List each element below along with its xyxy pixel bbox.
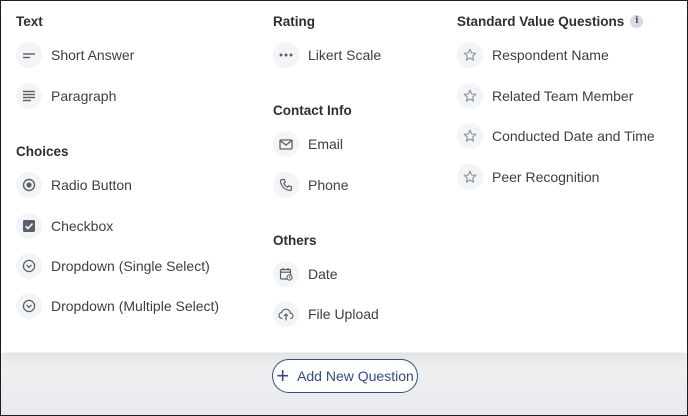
star-icon bbox=[457, 164, 483, 190]
question-type-label: Conducted Date and Time bbox=[492, 128, 655, 144]
section-heading-label: Standard Value Questions bbox=[457, 14, 625, 29]
add-new-question-button[interactable]: + Add New Question bbox=[272, 359, 418, 393]
question-type-phone[interactable]: Phone bbox=[273, 171, 348, 199]
section-heading-text: Text bbox=[16, 14, 43, 29]
star-icon bbox=[457, 123, 483, 149]
question-type-picker: Text Short Answer Paragraph Choices Radi… bbox=[0, 0, 688, 416]
mail-icon bbox=[273, 131, 299, 157]
question-type-label: Dropdown (Multiple Select) bbox=[51, 298, 220, 314]
star-icon bbox=[457, 83, 483, 109]
standard-question-respondent-name[interactable]: Respondent Name bbox=[457, 41, 609, 69]
standard-question-peer-recognition[interactable]: Peer Recognition bbox=[457, 163, 599, 191]
plus-icon: + bbox=[276, 363, 290, 388]
question-type-label: Date bbox=[308, 266, 338, 282]
standard-question-related-team-member[interactable]: Related Team Member bbox=[457, 82, 633, 110]
chevron-circle-icon bbox=[16, 253, 42, 279]
question-type-label: Peer Recognition bbox=[492, 169, 600, 185]
question-type-label: Likert Scale bbox=[308, 47, 382, 63]
question-type-paragraph[interactable]: Paragraph bbox=[16, 82, 116, 110]
star-icon bbox=[457, 42, 483, 68]
chevron-circle-icon bbox=[16, 293, 42, 319]
question-type-dropdown-single[interactable]: Dropdown (Single Select) bbox=[16, 252, 210, 280]
question-type-likert-scale[interactable]: Likert Scale bbox=[273, 41, 381, 69]
section-heading-contact-info: Contact Info bbox=[273, 103, 352, 118]
phone-icon bbox=[273, 172, 299, 198]
cloud-upload-icon bbox=[273, 301, 299, 327]
question-type-label: Respondent Name bbox=[492, 47, 609, 63]
standard-question-conducted-date-time[interactable]: Conducted Date and Time bbox=[457, 122, 655, 150]
calendar-icon bbox=[273, 261, 299, 287]
question-type-label: Paragraph bbox=[51, 88, 117, 104]
question-type-label: Related Team Member bbox=[492, 88, 634, 104]
question-type-label: File Upload bbox=[308, 306, 379, 322]
question-type-date[interactable]: Date bbox=[273, 260, 338, 288]
question-type-label: Phone bbox=[308, 177, 349, 193]
checkbox-icon bbox=[16, 213, 42, 239]
question-type-label: Checkbox bbox=[51, 218, 114, 234]
question-type-checkbox[interactable]: Checkbox bbox=[16, 212, 113, 240]
question-type-radio-button[interactable]: Radio Button bbox=[16, 171, 132, 199]
section-heading-standard-values: Standard Value Questions i bbox=[457, 14, 644, 29]
section-heading-others: Others bbox=[273, 233, 317, 248]
question-type-file-upload[interactable]: File Upload bbox=[273, 300, 379, 328]
dots-icon bbox=[273, 42, 299, 68]
paragraph-icon bbox=[16, 83, 42, 109]
add-new-question-label: Add New Question bbox=[297, 368, 414, 384]
section-heading-rating: Rating bbox=[273, 14, 315, 29]
info-icon[interactable]: i bbox=[630, 15, 644, 28]
short-answer-icon bbox=[16, 42, 42, 68]
section-heading-choices: Choices bbox=[16, 144, 69, 159]
question-type-label: Email bbox=[308, 136, 344, 152]
question-type-panel: Text Short Answer Paragraph Choices Radi… bbox=[2, 2, 686, 352]
question-type-email[interactable]: Email bbox=[273, 130, 343, 158]
question-type-label: Short Answer bbox=[51, 47, 135, 63]
question-type-dropdown-multiple[interactable]: Dropdown (Multiple Select) bbox=[16, 292, 219, 320]
question-type-short-answer[interactable]: Short Answer bbox=[16, 41, 134, 69]
question-type-label: Radio Button bbox=[51, 177, 132, 193]
radio-icon bbox=[16, 172, 42, 198]
question-type-label: Dropdown (Single Select) bbox=[51, 258, 210, 274]
